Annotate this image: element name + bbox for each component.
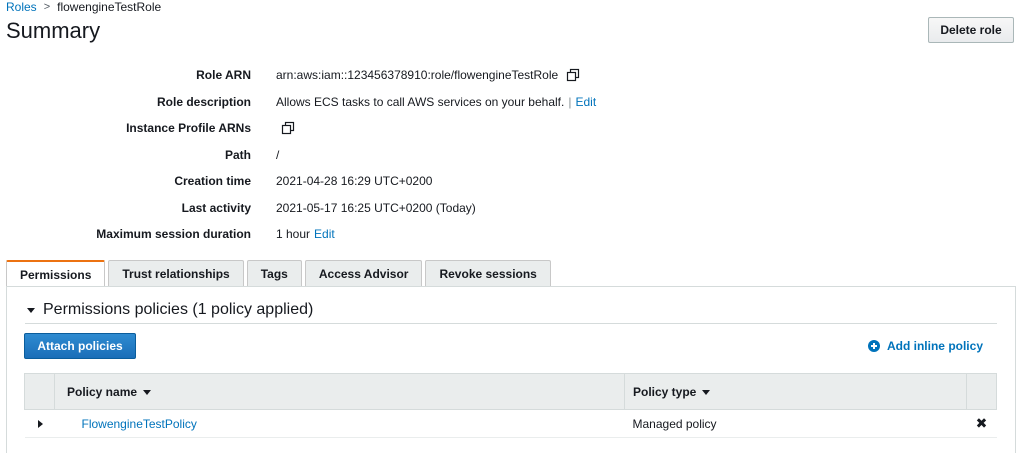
chevron-right-icon[interactable] (37, 419, 43, 428)
permissions-section-title: Permissions policies (1 policy applied) (43, 301, 314, 318)
close-icon[interactable]: ✖ (966, 409, 997, 438)
policy-name-link[interactable]: FlowengineTestPolicy (67, 417, 197, 431)
sort-down-icon (143, 389, 152, 395)
path-value: / (276, 148, 280, 162)
role-arn-label: Role ARN (196, 68, 251, 82)
policy-name-header-label: Policy name (67, 384, 138, 399)
role-arn-value: arn:aws:iam::123456378910:role/flowengin… (276, 68, 559, 82)
table-row: FlowengineTestPolicy Managed policy ✖ (24, 409, 997, 438)
instance-profile-arns-value-wrap (276, 121, 295, 135)
last-activity-label: Last activity (181, 201, 251, 215)
summary-row-role-arn: Role ARN arn:aws:iam::123456378910:role/… (0, 66, 1024, 84)
policies-table-header: Policy name Policy type (24, 373, 997, 410)
tab-permissions[interactable]: Permissions (6, 260, 106, 288)
summary-row-last-activity: Last activity 2021-05-17 16:25 UTC+0200 … (0, 199, 1024, 217)
role-tabs: Permissions Trust relationships Tags Acc… (6, 260, 554, 288)
role-description-value: Allows ECS tasks to call AWS services on… (276, 95, 565, 109)
expand-column-header (24, 373, 55, 410)
summary-row-creation-time: Creation time 2021-04-28 16:29 UTC+0200 (0, 172, 1024, 190)
attach-policies-button[interactable]: Attach policies (24, 333, 136, 359)
role-description-value-wrap: Allows ECS tasks to call AWS services on… (276, 95, 596, 109)
policy-name-column-header[interactable]: Policy name (54, 373, 625, 410)
creation-time-value: 2021-04-28 16:29 UTC+0200 (276, 174, 433, 188)
path-label: Path (224, 148, 251, 162)
max-session-duration-edit-link[interactable]: Edit (314, 227, 335, 241)
copy-icon[interactable] (281, 121, 295, 135)
last-activity-value: 2021-05-17 16:25 UTC+0200 (Today) (276, 201, 476, 215)
plus-circle-icon (867, 340, 880, 352)
max-session-duration-value: 1 hour (276, 227, 311, 241)
summary-row-max-session: Maximum session duration 1 hour Edit (0, 225, 1024, 243)
policy-type-cell: Managed policy (624, 409, 967, 438)
row-expand-cell[interactable] (24, 409, 55, 438)
permissions-section-header[interactable]: Permissions policies (1 policy applied) (27, 301, 313, 319)
page-title: Summary (6, 18, 101, 43)
summary-row-path: Path / (0, 146, 1024, 164)
tab-tags[interactable]: Tags (246, 260, 302, 287)
policy-name-cell: FlowengineTestPolicy (54, 409, 625, 438)
section-divider (25, 323, 997, 324)
breadcrumb-current: flowengineTestRole (57, 0, 162, 14)
tab-revoke-sessions[interactable]: Revoke sessions (425, 260, 551, 287)
sort-down-icon (702, 389, 711, 395)
role-description-edit-link[interactable]: Edit (575, 95, 596, 109)
max-session-duration-value-wrap: 1 hour Edit (276, 227, 335, 241)
policy-type-header-label: Policy type (633, 384, 697, 399)
max-session-duration-label: Maximum session duration (96, 227, 251, 241)
policy-type-column-header[interactable]: Policy type (624, 373, 967, 410)
role-description-label: Role description (156, 95, 251, 109)
permissions-panel: Permissions policies (1 policy applied) … (6, 286, 1016, 453)
add-inline-policy-label: Add inline policy (886, 339, 983, 353)
chevron-down-icon (27, 307, 35, 313)
actions-column-header (966, 373, 997, 410)
breadcrumb-separator: > (43, 1, 51, 13)
copy-icon[interactable] (566, 68, 580, 82)
policies-table: Policy name Policy type FlowengineTestPo… (24, 373, 997, 438)
instance-profile-arns-label: Instance Profile ARNs (126, 121, 251, 135)
summary-row-instance-profile: Instance Profile ARNs (0, 119, 1024, 137)
add-inline-policy-link[interactable]: Add inline policy (867, 339, 983, 353)
breadcrumb: Roles > flowengineTestRole (6, 0, 161, 14)
tab-trust-relationships[interactable]: Trust relationships (108, 260, 244, 287)
summary-row-role-description: Role description Allows ECS tasks to cal… (0, 93, 1024, 111)
creation-time-label: Creation time (174, 174, 251, 188)
role-description-pipe: | (568, 95, 572, 109)
role-arn-value-wrap: arn:aws:iam::123456378910:role/flowengin… (276, 68, 580, 82)
breadcrumb-roles-link[interactable]: Roles (6, 0, 37, 14)
tab-access-advisor[interactable]: Access Advisor (304, 260, 423, 287)
delete-role-button[interactable]: Delete role (928, 17, 1014, 43)
